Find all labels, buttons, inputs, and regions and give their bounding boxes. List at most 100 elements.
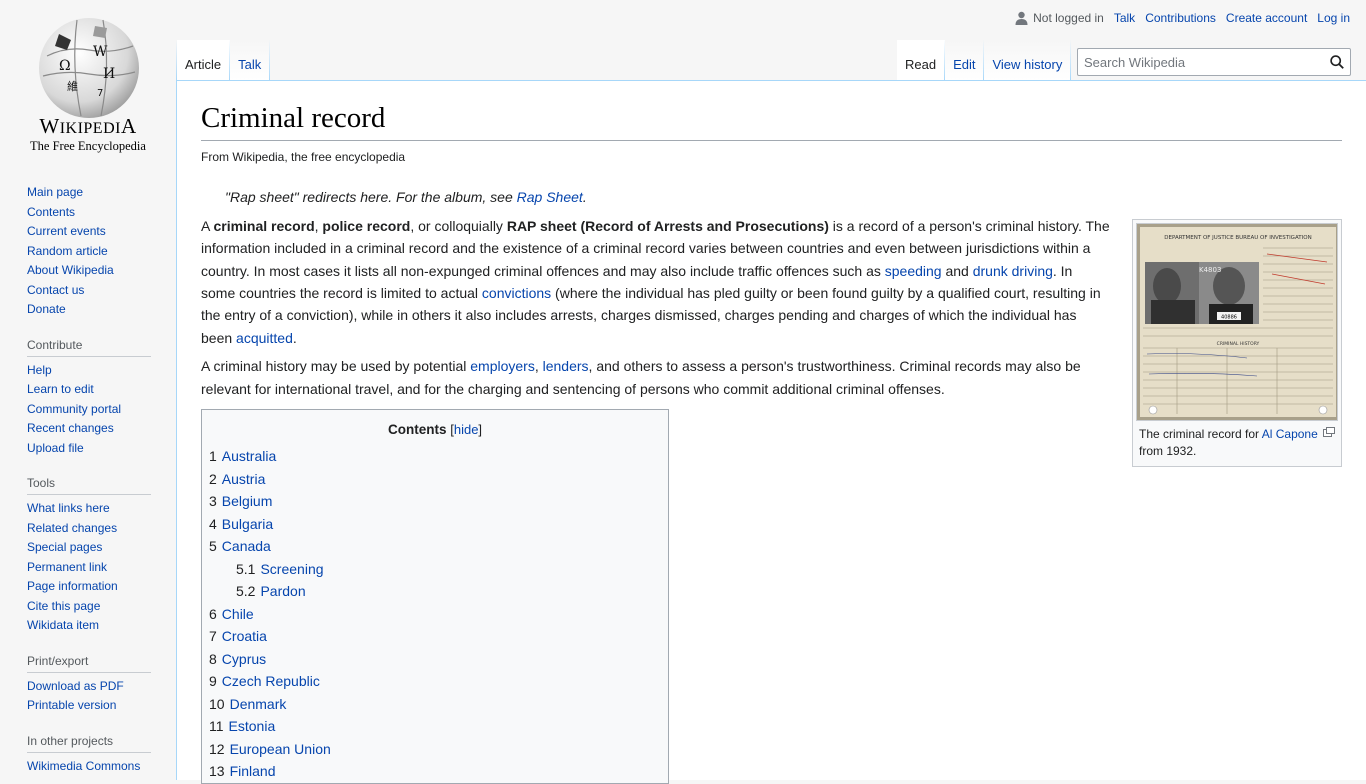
toc-item-link[interactable]: 5.1 Screening — [236, 561, 324, 577]
toc-item[interactable]: 11 Estonia — [209, 715, 661, 738]
al-capone-link[interactable]: Al Capone — [1262, 427, 1318, 441]
svg-text:Ω: Ω — [59, 58, 71, 74]
talk-link[interactable]: Talk — [1114, 11, 1135, 25]
toc-item-link[interactable]: 9 Czech Republic — [209, 673, 320, 689]
toc-item[interactable]: 7 Croatia — [209, 625, 661, 648]
toc-item-link[interactable]: 8 Cyprus — [209, 651, 266, 667]
toc-item-link[interactable]: 6 Chile — [209, 606, 254, 622]
user-icon — [1015, 11, 1028, 25]
contributions-link[interactable]: Contributions — [1145, 11, 1216, 25]
sidebar-item-contact[interactable]: Contact us — [27, 283, 84, 297]
sidebar-item-wikidata-item[interactable]: Wikidata item — [27, 618, 99, 632]
view-tabs: Read Edit View history — [897, 40, 1072, 80]
thumbnail: DEPARTMENT OF JUSTICE BUREAU OF INVESTIG… — [1132, 218, 1342, 467]
toc-item-number: 5 — [209, 538, 217, 555]
toc-item-link[interactable]: 1 Australia — [209, 448, 276, 464]
toc-item-number: 10 — [209, 695, 225, 712]
sidebar-item-help[interactable]: Help — [27, 363, 52, 377]
toc-item-link[interactable]: 3 Belgium — [209, 493, 272, 509]
toc-item-link[interactable]: 12 European Union — [209, 741, 331, 757]
toc-item-number: 3 — [209, 493, 217, 510]
card-section-text: CRIMINAL HISTORY — [1217, 341, 1260, 347]
sidebar-item-special-pages[interactable]: Special pages — [27, 540, 102, 554]
toc-item[interactable]: 5.1 Screening — [209, 558, 661, 581]
toc-item-number: 4 — [209, 515, 217, 532]
sidebar-item-learn-to-edit[interactable]: Learn to edit — [27, 382, 94, 396]
convictions-link[interactable]: convictions — [482, 285, 551, 301]
toc-item-link[interactable]: 4 Bulgaria — [209, 516, 273, 532]
sidebar-item-page-information[interactable]: Page information — [27, 579, 118, 593]
toc-item-number: 7 — [209, 628, 217, 645]
employers-link[interactable]: employers — [470, 358, 535, 374]
toc-item[interactable]: 6 Chile — [209, 603, 661, 626]
toc-item-number: 6 — [209, 605, 217, 622]
toc-item[interactable]: 12 European Union — [209, 738, 661, 761]
drunk-driving-link[interactable]: drunk driving — [973, 263, 1053, 279]
toc-item[interactable]: 9 Czech Republic — [209, 670, 661, 693]
svg-text:И: И — [103, 66, 115, 82]
search-input[interactable] — [1078, 54, 1324, 70]
toc-item-label: Pardon — [260, 583, 306, 600]
toc-hide-toggle[interactable]: hide — [454, 422, 479, 437]
tab-edit[interactable]: Edit — [945, 40, 985, 80]
speeding-link[interactable]: speeding — [885, 263, 942, 279]
create-account-link[interactable]: Create account — [1226, 11, 1307, 25]
sidebar-item-donate[interactable]: Donate — [27, 302, 66, 316]
toc-item[interactable]: 10 Denmark — [209, 693, 661, 716]
sidebar-item-community-portal[interactable]: Community portal — [27, 402, 121, 416]
sidebar-item-upload-file[interactable]: Upload file — [27, 441, 84, 455]
wikipedia-globe-icon: Ω W И 維 7 — [39, 18, 139, 118]
toc-item-label: Australia — [221, 448, 277, 465]
sidebar-item-wikimedia-commons[interactable]: Wikimedia Commons — [27, 759, 140, 773]
log-in-link[interactable]: Log in — [1317, 11, 1350, 25]
toc-item-link[interactable]: 5 Canada — [209, 538, 271, 554]
sidebar-item-what-links-here[interactable]: What links here — [27, 501, 110, 515]
toc-item[interactable]: 5 Canada — [209, 535, 661, 558]
toc-item-label: European Union — [229, 740, 331, 757]
wikipedia-logo[interactable]: Ω W И 維 7 WIKIPEDIA The Free Encyclopedi… — [0, 0, 176, 160]
toc-item-label: Estonia — [228, 718, 276, 735]
sidebar-item-random-article[interactable]: Random article — [27, 244, 108, 258]
sidebar-item-current-events[interactable]: Current events — [27, 224, 106, 238]
search-icon[interactable] — [1324, 49, 1350, 75]
tab-talk[interactable]: Talk — [230, 40, 271, 80]
toc-item-link[interactable]: 7 Croatia — [209, 628, 267, 644]
toc-item-link[interactable]: 5.2 Pardon — [236, 583, 306, 599]
tab-read[interactable]: Read — [897, 40, 946, 80]
sidebar-item-about[interactable]: About Wikipedia — [27, 263, 114, 277]
lenders-link[interactable]: lenders — [543, 358, 589, 374]
toc-item-link[interactable]: 2 Austria — [209, 471, 265, 487]
sidebar-item-recent-changes[interactable]: Recent changes — [27, 421, 114, 435]
toc-item-link[interactable]: 13 Finland — [209, 763, 276, 779]
toc-item[interactable]: 1 Australia — [209, 445, 661, 468]
toc-item-label: Canada — [221, 538, 271, 555]
sidebar-item-download-pdf[interactable]: Download as PDF — [27, 679, 124, 693]
sidebar-item-cite-this-page[interactable]: Cite this page — [27, 599, 100, 613]
toc-item-link[interactable]: 10 Denmark — [209, 696, 286, 712]
tab-article[interactable]: Article — [177, 40, 231, 80]
enlarge-icon[interactable] — [1323, 426, 1335, 437]
toc-item[interactable]: 2 Austria — [209, 468, 661, 491]
acquitted-link[interactable]: acquitted — [236, 330, 293, 346]
toc-item-label: Screening — [260, 560, 324, 577]
sidebar-item-related-changes[interactable]: Related changes — [27, 521, 117, 535]
toc-item[interactable]: 3 Belgium — [209, 490, 661, 513]
capone-record-image[interactable]: DEPARTMENT OF JUSTICE BUREAU OF INVESTIG… — [1136, 222, 1338, 421]
svg-text:W: W — [93, 44, 108, 60]
rap-sheet-link[interactable]: Rap Sheet — [517, 189, 583, 205]
toc-item-number: 13 — [209, 763, 225, 780]
sidebar-item-printable-version[interactable]: Printable version — [27, 698, 116, 712]
toc-item[interactable]: 13 Finland — [209, 760, 661, 783]
toc-item[interactable]: 5.2 Pardon — [209, 580, 661, 603]
tab-view-history[interactable]: View history — [984, 40, 1072, 80]
toc-item[interactable]: 4 Bulgaria — [209, 513, 661, 536]
sidebar-item-contents[interactable]: Contents — [27, 205, 75, 219]
toc-item[interactable]: 8 Cyprus — [209, 648, 661, 671]
search-box — [1077, 48, 1351, 76]
sidebar-item-main-page[interactable]: Main page — [27, 185, 83, 199]
wordmark: WIKIPEDIA — [39, 114, 137, 138]
sidebar-item-permanent-link[interactable]: Permanent link — [27, 560, 107, 574]
page-title: Criminal record — [201, 81, 1342, 141]
toc-item-link[interactable]: 11 Estonia — [209, 718, 275, 734]
tagline: The Free Encyclopedia — [30, 139, 146, 153]
